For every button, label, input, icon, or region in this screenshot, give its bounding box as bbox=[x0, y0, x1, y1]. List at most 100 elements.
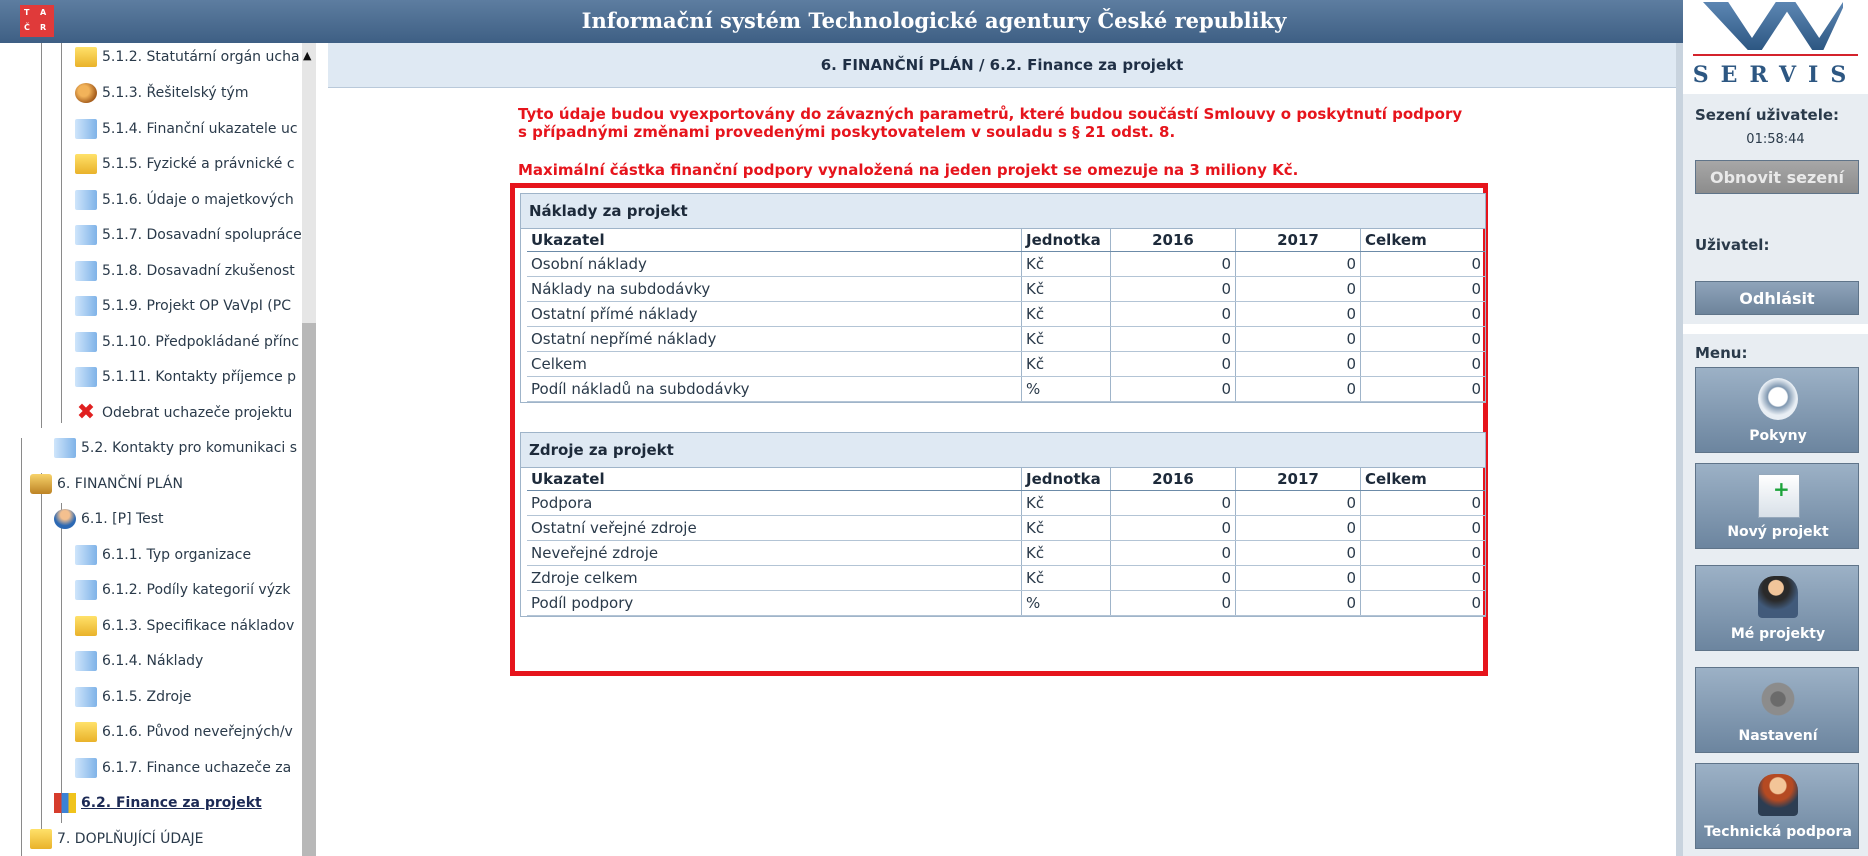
tree-item-sources[interactable]: 6.1.5. Zdroje bbox=[75, 683, 302, 711]
right-panel-divider bbox=[1676, 43, 1683, 856]
user-icon bbox=[54, 509, 76, 529]
tree-item-label: 5.1.4. Finanční ukazatele uc bbox=[102, 121, 298, 137]
folder-icon bbox=[75, 616, 97, 636]
tree-item-label: 5.1.2. Statutární orgán ucha bbox=[102, 49, 300, 65]
tree-item-statutory-body[interactable]: 5.1.2. Statutární orgán ucha bbox=[75, 43, 302, 71]
tree-item-label: 5.1.8. Dosavadní zkušenost bbox=[102, 263, 295, 279]
row-label: Osobní náklady bbox=[527, 251, 1022, 277]
sidebar-scroll-thumb[interactable] bbox=[302, 323, 316, 856]
tree-item-research-categories[interactable]: 6.1.2. Podíly kategorií výzk bbox=[75, 576, 302, 604]
column-header: 2017 bbox=[1235, 228, 1361, 252]
tree-item-cooperation[interactable]: 5.1.7. Dosavadní spolupráce bbox=[75, 221, 302, 249]
session-panel: Sezení uživatele: 01:58:44 Obnovit sezen… bbox=[1683, 94, 1868, 224]
tree-item-label: 6.2. Finance za projekt bbox=[81, 795, 262, 811]
user-panel: Uživatel: Odhlásit bbox=[1683, 224, 1868, 324]
value-cell: 0 bbox=[1235, 376, 1361, 402]
value-cell: 0 bbox=[1235, 540, 1361, 566]
menu-tech-support-button[interactable]: Technická podpora bbox=[1695, 763, 1859, 849]
document-icon bbox=[75, 651, 97, 671]
tree-item-recipient-contacts[interactable]: 5.1.11. Kontakty příjemce p bbox=[75, 363, 302, 391]
column-header: Ukazatel bbox=[527, 467, 1022, 491]
chart-icon bbox=[54, 793, 76, 813]
export-notice: Tyto údaje budou vyexportovány do závazn… bbox=[518, 105, 1518, 141]
tree-item-financial-plan[interactable]: 6. FINANČNÍ PLÁN bbox=[30, 470, 302, 498]
menu-new-project-button[interactable]: Nový projekt bbox=[1695, 463, 1859, 549]
value-cell: 0 bbox=[1360, 251, 1485, 277]
table-row: Ostatní přímé náklady Kč 0 0 0 bbox=[527, 301, 1485, 327]
tree-item-research-team[interactable]: 5.1.3. Řešitelský tým bbox=[75, 79, 302, 107]
unit-cell: Kč bbox=[1021, 326, 1111, 352]
tree-item-organization-type[interactable]: 6.1.1. Typ organizace bbox=[75, 541, 302, 569]
logout-button[interactable]: Odhlásit bbox=[1695, 281, 1859, 315]
column-header: 2017 bbox=[1235, 467, 1361, 491]
document-icon bbox=[75, 261, 97, 281]
table-row: Osobní náklady Kč 0 0 0 bbox=[527, 251, 1485, 277]
unit-cell: % bbox=[1021, 376, 1111, 402]
value-cell: 0 bbox=[1360, 326, 1485, 352]
main-content: 6. FINANČNÍ PLÁN / 6.2. Finance za proje… bbox=[328, 43, 1676, 856]
tree-item-persons[interactable]: 5.1.5. Fyzické a právnické c bbox=[75, 150, 302, 178]
tree-item-label: 5.1.11. Kontakty příjemce p bbox=[102, 369, 297, 385]
scroll-up-arrow-icon[interactable]: ▲ bbox=[303, 49, 311, 62]
team-icon bbox=[75, 83, 97, 103]
tree-item-financial-indicators[interactable]: 5.1.4. Finanční ukazatele uc bbox=[75, 115, 302, 143]
document-icon bbox=[75, 296, 97, 316]
value-cell: 0 bbox=[1360, 490, 1485, 516]
user-label: Uživatel: bbox=[1695, 236, 1770, 254]
unit-cell: Kč bbox=[1021, 251, 1111, 277]
menu-button-label: Pokyny bbox=[1749, 428, 1807, 444]
menu-settings-button[interactable]: Nastavení bbox=[1695, 667, 1859, 753]
tree-item-communication-contacts[interactable]: 5.2. Kontakty pro komunikaci s bbox=[54, 434, 302, 462]
row-label: Ostatní přímé náklady bbox=[527, 301, 1022, 327]
value-cell: 0 bbox=[1235, 351, 1361, 377]
document-icon bbox=[75, 225, 97, 245]
value-cell: 0 bbox=[1360, 540, 1485, 566]
tree-item-applicant-finance[interactable]: 6.1.7. Finance uchazeče za bbox=[75, 754, 302, 782]
tree-item-non-public-origin[interactable]: 6.1.6. Původ neveřejných/v bbox=[75, 718, 302, 746]
folder-icon bbox=[30, 829, 52, 849]
unit-cell: Kč bbox=[1021, 515, 1111, 541]
tree-item-costs[interactable]: 6.1.4. Náklady bbox=[75, 647, 302, 675]
costs-section-title: Náklady za projekt bbox=[520, 193, 1486, 229]
support-icon bbox=[1758, 774, 1798, 816]
value-cell: 0 bbox=[1235, 276, 1361, 302]
renew-session-button[interactable]: Obnovit sezení bbox=[1695, 160, 1859, 194]
new-project-icon bbox=[1758, 474, 1800, 518]
tree-item-expected-benefits[interactable]: 5.1.10. Předpokládané přínc bbox=[75, 328, 302, 356]
document-icon bbox=[75, 332, 97, 352]
tree-item-experience[interactable]: 5.1.8. Dosavadní zkušenost bbox=[75, 257, 302, 285]
table-header-row: Ukazatel Jednotka 2016 2017 Celkem bbox=[527, 228, 1485, 252]
folder-icon bbox=[75, 722, 97, 742]
menu-my-projects-button[interactable]: Mé projekty bbox=[1695, 565, 1859, 651]
sources-table: Ukazatel Jednotka 2016 2017 Celkem Podpo… bbox=[527, 467, 1485, 616]
tree-item-label: 6.1.2. Podíly kategorií výzk bbox=[102, 582, 291, 598]
value-cell: 0 bbox=[1110, 351, 1236, 377]
menu-button-label: Nastavení bbox=[1738, 728, 1818, 744]
money-icon bbox=[30, 474, 52, 494]
row-label: Ostatní nepřímé náklady bbox=[527, 326, 1022, 352]
table-header-row: Ukazatel Jednotka 2016 2017 Celkem bbox=[527, 467, 1485, 491]
menu-button-label: Mé projekty bbox=[1730, 626, 1826, 642]
tree-item-project-finance[interactable]: 6.2. Finance za projekt bbox=[54, 789, 302, 817]
sources-section-title: Zdroje za projekt bbox=[520, 432, 1486, 468]
value-cell: 0 bbox=[1235, 565, 1361, 591]
column-header: Jednotka bbox=[1021, 228, 1111, 252]
tree-item-label: 6.1.5. Zdroje bbox=[102, 689, 192, 705]
value-cell: 0 bbox=[1110, 590, 1236, 616]
tree-item-additional-data[interactable]: 7. DOPLŇUJÍCÍ ÚDAJE bbox=[30, 825, 302, 853]
document-icon bbox=[75, 190, 97, 210]
tree-item-test-applicant[interactable]: 6.1. [P] Test bbox=[54, 505, 302, 533]
tree-item-label: Odebrat uchazeče projektu bbox=[102, 405, 293, 421]
menu-panel: Menu: Pokyny Nový projekt Mé projekty Na… bbox=[1683, 334, 1868, 856]
unit-cell: Kč bbox=[1021, 301, 1111, 327]
row-label: Podíl podpory bbox=[527, 590, 1022, 616]
column-header: Jednotka bbox=[1021, 467, 1111, 491]
value-cell: 0 bbox=[1235, 251, 1361, 277]
tree-item-cost-specification[interactable]: 6.1.3. Specifikace nákladov bbox=[75, 612, 302, 640]
unit-cell: Kč bbox=[1021, 351, 1111, 377]
remove-applicant-link[interactable]: ✖ Odebrat uchazeče projektu bbox=[75, 399, 302, 427]
tree-item-op-vavpi[interactable]: 5.1.9. Projekt OP VaVpI (PC bbox=[75, 292, 302, 320]
tree-item-property-data[interactable]: 5.1.6. Údaje o majetkových bbox=[75, 186, 302, 214]
document-icon bbox=[54, 438, 76, 458]
menu-instructions-button[interactable]: Pokyny bbox=[1695, 367, 1859, 453]
